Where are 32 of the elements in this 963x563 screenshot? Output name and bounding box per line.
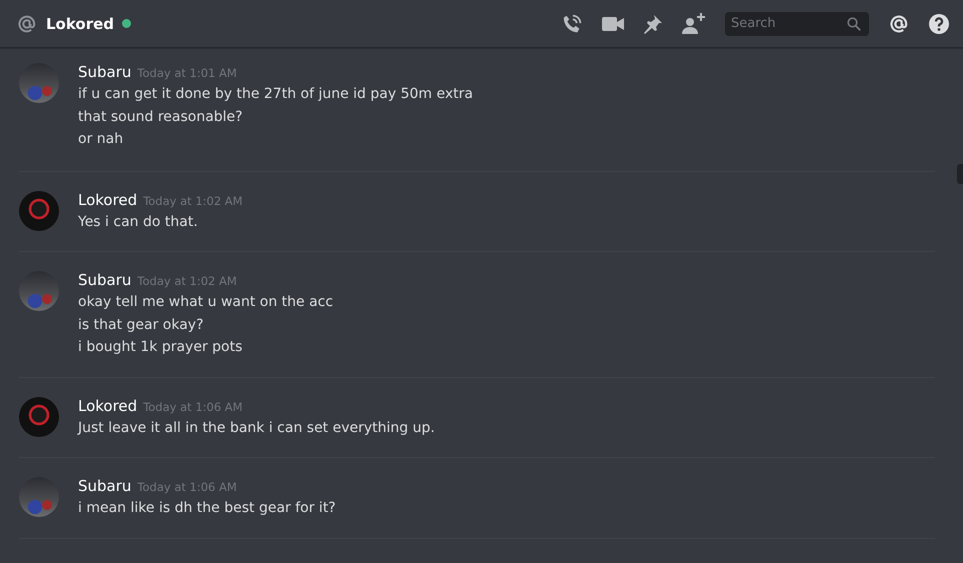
- help-icon[interactable]: [929, 14, 949, 34]
- channel-title: Lokored: [46, 14, 114, 32]
- search-field[interactable]: Search: [725, 12, 869, 36]
- message-text: is that gear okay?: [78, 316, 205, 334]
- author-name[interactable]: Lokored: [78, 190, 138, 210]
- logo-avatar[interactable]: [19, 396, 59, 436]
- timestamp: Today at 1:01 AM: [137, 65, 237, 82]
- timestamp: Today at 1:06 AM: [137, 479, 237, 496]
- message-text: i mean like is dh the best gear for it?: [78, 499, 336, 518]
- message-text: or nah: [78, 130, 124, 149]
- message-text: Just leave it all in the bank i can set everything up.: [78, 418, 435, 438]
- message-text: okay tell me what u want on the acc: [78, 293, 334, 312]
- message-text: Yes i can do that.: [78, 212, 199, 232]
- timestamp: Today at 1:06 AM: [143, 398, 243, 416]
- author-name[interactable]: Subaru: [78, 270, 132, 290]
- timestamp: Today at 1:02 AM: [143, 192, 243, 210]
- scrollbar-thumb[interactable]: [957, 164, 963, 184]
- message-text: i bought 1k prayer pots: [78, 338, 244, 357]
- phone-icon[interactable]: [561, 12, 583, 34]
- pin-icon[interactable]: [643, 14, 663, 34]
- at-icon[interactable]: [888, 12, 910, 34]
- author-name[interactable]: Lokored: [78, 396, 138, 416]
- message-text: that sound reasonable?: [78, 108, 244, 126]
- at-icon: [16, 12, 38, 34]
- add-member-icon[interactable]: [682, 12, 706, 34]
- logo-avatar[interactable]: [19, 190, 59, 230]
- search-icon: [847, 16, 861, 30]
- author-name[interactable]: Subaru: [78, 62, 132, 82]
- timestamp: Today at 1:02 AM: [137, 273, 237, 290]
- author-name[interactable]: Subaru: [78, 476, 132, 496]
- message-text: if u can get it done by the 27th of june id pay 50m extra: [78, 85, 473, 104]
- video-camera-icon[interactable]: [602, 16, 624, 32]
